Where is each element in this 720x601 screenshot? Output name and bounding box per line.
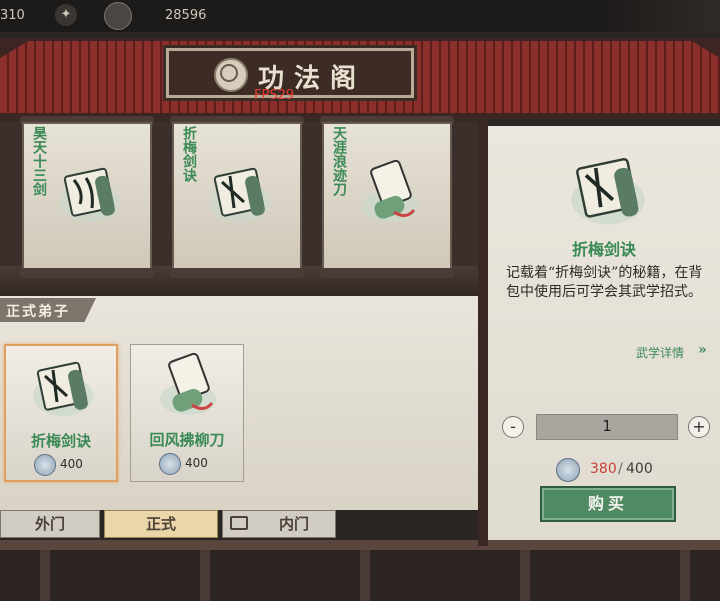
scroll-art-icon bbox=[210, 167, 270, 222]
scroll-art-icon bbox=[160, 352, 216, 415]
coin-icon bbox=[159, 453, 181, 475]
fps-counter: FPS29 bbox=[254, 88, 295, 103]
railing-top bbox=[0, 540, 720, 550]
railing-post bbox=[40, 550, 50, 601]
resource-bar-shade bbox=[600, 0, 720, 32]
item-name: 回风拂柳刀 bbox=[149, 431, 225, 449]
scroll-name: 天涯浪迹刀 bbox=[331, 126, 347, 196]
currency-required: 400 bbox=[626, 461, 653, 477]
quantity-value: 1 bbox=[602, 417, 612, 435]
tab-formal-disciple[interactable]: 正式 bbox=[104, 510, 218, 538]
decrement-button[interactable]: - bbox=[502, 416, 524, 438]
item-card-huifeng[interactable]: 回风拂柳刀 400 bbox=[130, 344, 244, 482]
scroll-rod bbox=[20, 268, 154, 278]
scroll-rod bbox=[320, 268, 454, 278]
roof-right-eave bbox=[690, 40, 720, 58]
detail-description: 记载着“折梅剑诀”的秘籍，在背包中使用后可学会其武学招式。 bbox=[506, 265, 703, 300]
scroll-art-icon bbox=[60, 167, 120, 222]
pillar bbox=[478, 116, 488, 546]
scroll-art-icon bbox=[33, 361, 93, 416]
price-value: 400 bbox=[60, 457, 83, 471]
increment-button[interactable]: + bbox=[688, 416, 710, 438]
cost-separator: / bbox=[618, 461, 623, 477]
item-card-zhemei[interactable]: 折梅剑诀 400 bbox=[4, 344, 118, 482]
railing-post bbox=[520, 550, 530, 601]
railing-post bbox=[360, 550, 370, 601]
coin-icon bbox=[34, 454, 56, 476]
martial-details-link[interactable]: 武学详情 bbox=[636, 344, 684, 361]
double-chevron-right-icon[interactable]: » bbox=[698, 342, 707, 358]
buy-button[interactable]: 购买 bbox=[540, 486, 676, 522]
scroll-rod bbox=[170, 268, 304, 278]
railing-post bbox=[200, 550, 210, 601]
printer-icon bbox=[230, 516, 248, 530]
sect-emblem-inner bbox=[220, 64, 238, 82]
roof-left-eave bbox=[0, 40, 30, 58]
diamond-icon: ✦ bbox=[55, 4, 77, 26]
coin-icon bbox=[556, 458, 580, 482]
detail-item-name: 折梅剑诀 bbox=[571, 240, 636, 259]
scroll-art-icon bbox=[571, 158, 645, 225]
scroll-name: 昊天十三剑 bbox=[31, 126, 47, 196]
scroll-name: 折梅剑诀 bbox=[181, 126, 197, 182]
rank-label: 正式弟子 bbox=[6, 304, 70, 320]
coin-icon bbox=[104, 2, 132, 30]
railing-post bbox=[680, 550, 690, 601]
price-value: 400 bbox=[185, 456, 208, 470]
resource-3-value: 28596 bbox=[165, 8, 207, 23]
scroll-art-icon bbox=[362, 159, 418, 222]
item-name: 折梅剑诀 bbox=[30, 432, 91, 450]
tab-outer-disciple[interactable]: 外门 bbox=[0, 510, 100, 538]
resource-1-value: 310 bbox=[0, 8, 25, 23]
currency-owned: 380 bbox=[590, 461, 617, 477]
